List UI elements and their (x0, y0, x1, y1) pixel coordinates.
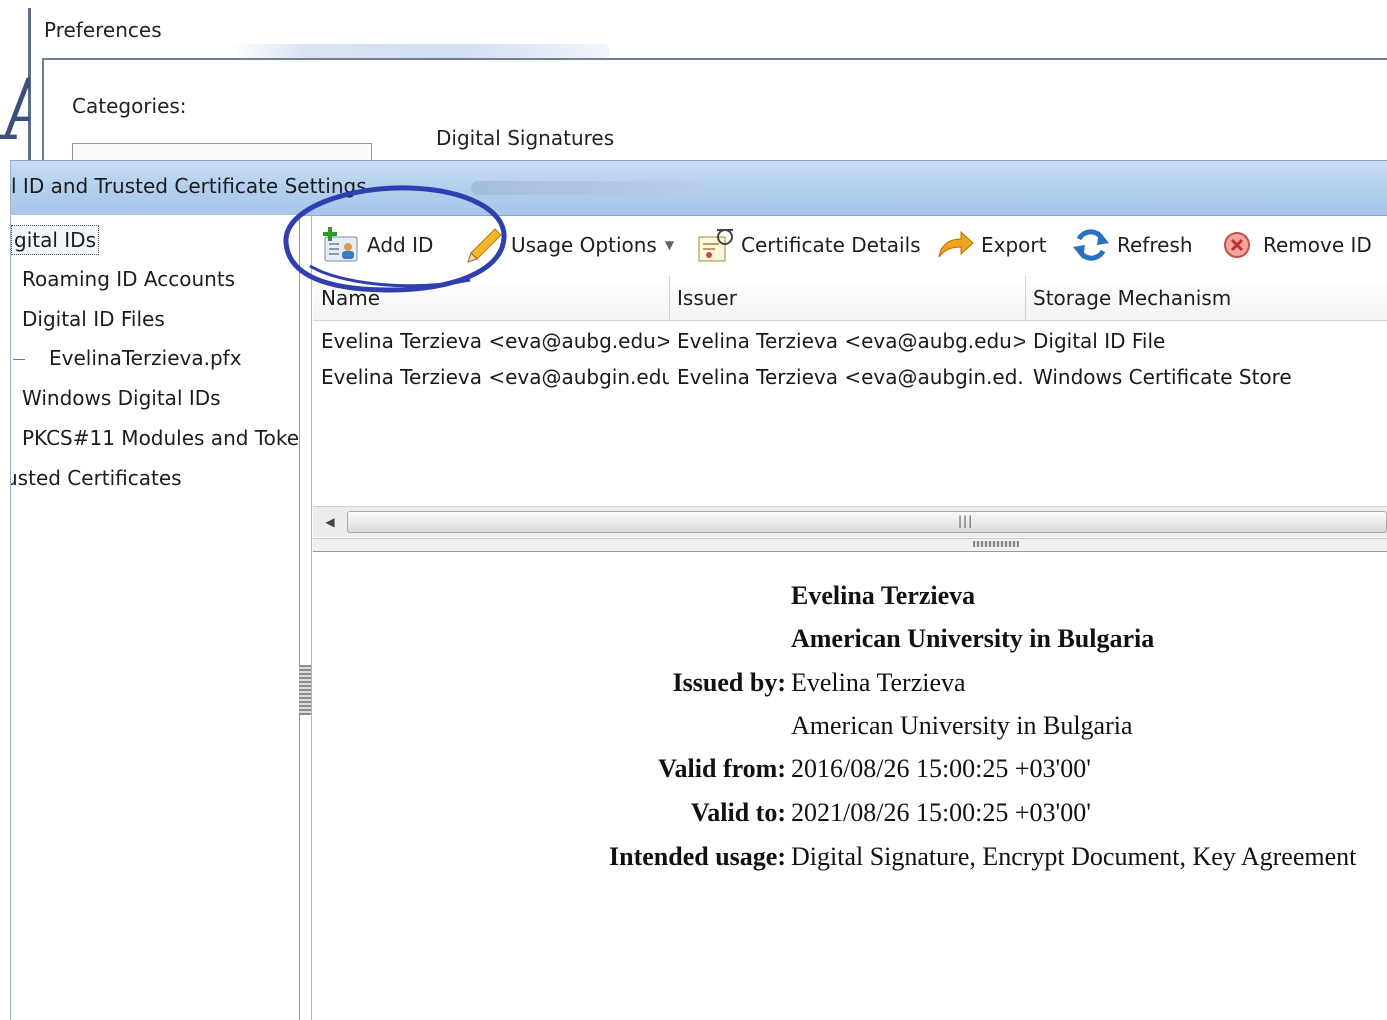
digital-id-settings-dialog: l ID and Trusted Certificate Settings gi… (10, 160, 1387, 1020)
refresh-icon (1071, 225, 1111, 265)
table-header: Name Issuer Storage Mechanism (313, 276, 1387, 321)
tree-item-digital-id-files[interactable]: Digital ID Files (22, 305, 165, 333)
subject-organization: American University in Bulgaria (791, 624, 1155, 653)
splitter-grip-icon (973, 541, 1019, 547)
column-header-issuer[interactable]: Issuer (669, 276, 1025, 320)
cell-name: Evelina Terzieva <eva@aubg.edu> (321, 329, 669, 353)
certificate-icon (695, 225, 735, 265)
scrollbar-grip-icon: ||| (958, 514, 974, 528)
add-id-button[interactable]: Add ID (321, 224, 433, 266)
issued-by-organization: American University in Bulgaria (791, 711, 1133, 740)
categories-label: Categories: (72, 94, 187, 118)
add-id-icon (321, 225, 361, 265)
vertical-splitter (311, 215, 312, 1020)
valid-from-value: 2016/08/26 15:00:25 +03'00' (791, 754, 1091, 783)
refresh-button[interactable]: Refresh (1071, 224, 1193, 266)
vertical-splitter-handle[interactable] (299, 665, 311, 715)
horizontal-scrollbar[interactable]: ◀ ||| (313, 506, 1387, 537)
tree-item-digital-ids[interactable]: gital IDs (11, 225, 99, 255)
tree-item-pkcs11-modules[interactable]: PKCS#11 Modules and Token (22, 424, 299, 452)
column-header-storage-mechanism[interactable]: Storage Mechanism (1025, 276, 1387, 320)
toolbar: Add ID Usage Options ▼ Certificate Detai… (313, 216, 1387, 274)
refresh-label: Refresh (1117, 233, 1193, 257)
tree-item-pfx-file[interactable]: EvelinaTerzieva.pfx (49, 344, 242, 372)
valid-to-label: Valid to: (690, 798, 786, 827)
blurred-title-text (230, 44, 610, 58)
cell-storage: Windows Certificate Store (1033, 365, 1292, 389)
usage-options-label: Usage Options (511, 233, 657, 257)
cell-issuer: Evelina Terzieva <eva@aubg.edu> (677, 329, 1025, 353)
digital-signatures-heading: Digital Signatures (436, 126, 615, 150)
scroll-left-icon[interactable]: ◀ (319, 511, 341, 533)
certificate-details-label: Certificate Details (741, 233, 921, 257)
tree-item-roaming-id-accounts[interactable]: Roaming ID Accounts (22, 265, 235, 293)
dialog-title: l ID and Trusted Certificate Settings (11, 174, 367, 198)
valid-from-label: Valid from: (658, 754, 786, 783)
remove-id-button[interactable]: Remove ID (1217, 224, 1372, 266)
scrollbar-thumb[interactable]: ||| (347, 511, 1387, 533)
column-header-name[interactable]: Name (313, 276, 669, 320)
settings-tree: gital IDs Roaming ID Accounts Digital ID… (11, 215, 300, 1020)
chevron-down-icon[interactable]: ▼ (665, 238, 674, 252)
certificate-details-panel: Evelina Terzieva American University in … (313, 552, 1387, 1020)
add-id-label: Add ID (367, 233, 434, 257)
remove-id-label: Remove ID (1263, 233, 1372, 257)
tree-item-trusted-certificates[interactable]: usted Certificates (11, 464, 182, 492)
intended-usage-label: Intended usage: (609, 842, 786, 871)
cell-name: Evelina Terzieva <eva@aubgin.edu> (321, 365, 669, 389)
preferences-title: Preferences (44, 18, 162, 42)
valid-to-value: 2021/08/26 15:00:25 +03'00' (791, 798, 1091, 827)
horizontal-splitter[interactable] (313, 538, 1387, 552)
subject-name: Evelina Terzieva (791, 581, 976, 610)
remove-icon (1217, 225, 1257, 265)
export-label: Export (981, 233, 1047, 257)
dialog-title-bar[interactable]: l ID and Trusted Certificate Settings (11, 160, 1387, 216)
certificate-details-button[interactable]: Certificate Details (695, 224, 921, 266)
tree-connector-line (13, 359, 25, 360)
issued-by-label: Issued by: (672, 668, 786, 697)
export-button[interactable]: Export (935, 224, 1046, 266)
table-row[interactable]: Evelina Terzieva <eva@aubgin.edu> Evelin… (313, 359, 1387, 395)
cell-issuer: Evelina Terzieva <eva@aubgin.ed... (677, 365, 1025, 389)
acrobat-logo-icon: A (0, 60, 30, 160)
export-arrow-icon (935, 225, 975, 265)
tree-item-windows-digital-ids[interactable]: Windows Digital IDs (22, 384, 221, 412)
issued-by-name: Evelina Terzieva (791, 668, 966, 697)
cell-storage: Digital ID File (1033, 329, 1166, 353)
intended-usage-value: Digital Signature, Encrypt Document, Key… (791, 842, 1357, 871)
preferences-window: A Preferences Categories: Digital Signat… (0, 0, 1387, 180)
usage-options-button[interactable]: Usage Options ▼ (465, 224, 674, 266)
pencil-icon (465, 225, 505, 265)
blurred-title-text (471, 181, 701, 195)
table-row[interactable]: Evelina Terzieva <eva@aubg.edu> Evelina … (313, 323, 1387, 359)
